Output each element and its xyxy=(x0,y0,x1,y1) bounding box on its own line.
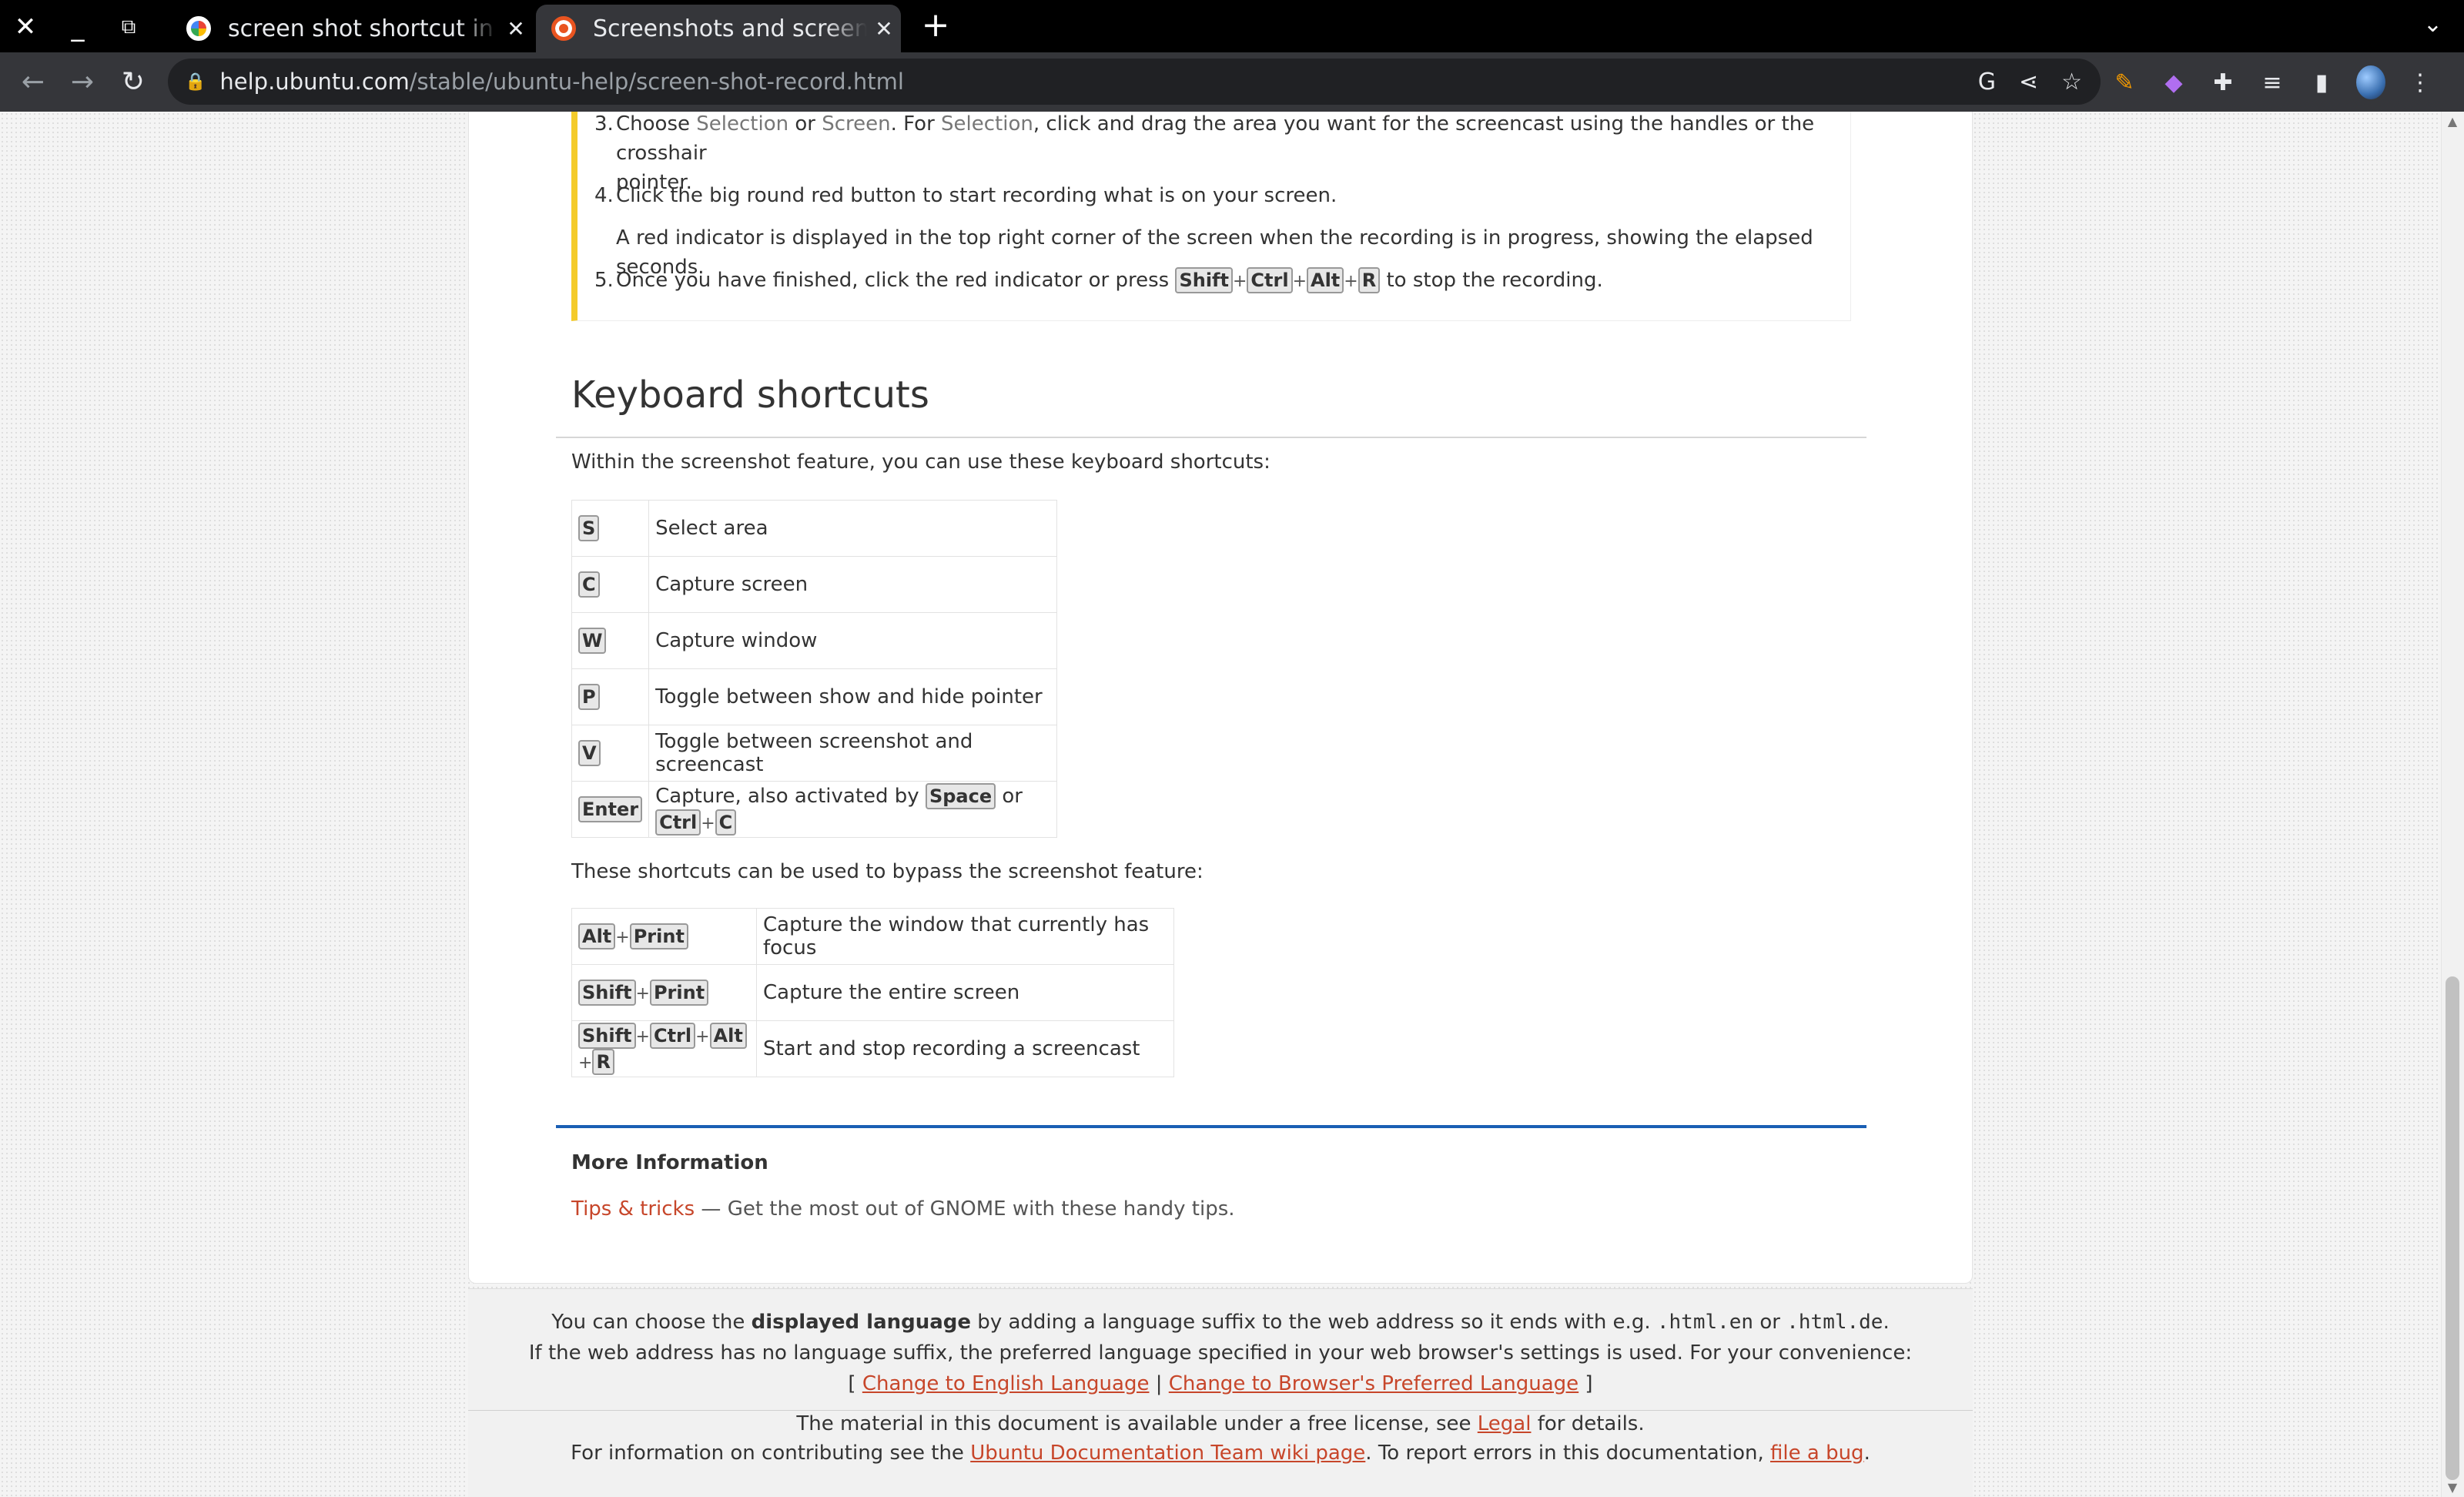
key: V xyxy=(578,740,601,766)
scroll-up-icon[interactable]: ▲ xyxy=(2442,114,2462,129)
key: Alt xyxy=(578,923,616,949)
key: Alt xyxy=(709,1023,747,1049)
forward-icon[interactable]: → xyxy=(63,63,102,102)
docs-team-wiki-link[interactable]: Ubuntu Documentation Team wiki page xyxy=(970,1442,1365,1465)
key: R xyxy=(592,1049,614,1075)
chevron-down-icon[interactable]: ⌄ xyxy=(2423,11,2442,38)
browser-language-link[interactable]: Change to Browser's Preferred Language xyxy=(1169,1372,1578,1395)
more-info-title: More Information xyxy=(571,1151,768,1174)
share-icon[interactable]: ⋖ xyxy=(2019,69,2038,95)
table-row: Shift + Print Capture the entire screen xyxy=(571,964,1174,1021)
key: C xyxy=(715,809,737,836)
tab-google-search[interactable]: screen shot shortcut in ubuntu ✕ xyxy=(171,5,533,52)
intro-text: Within the screenshot feature, you can u… xyxy=(571,450,1270,474)
tab-strip: ✕ _ ⧉ screen shot shortcut in ubuntu ✕ S… xyxy=(0,0,2464,52)
address-bar[interactable]: 🔒 help.ubuntu.com/stable/ubuntu-help/scr… xyxy=(168,59,2101,105)
tips-and-tricks-link[interactable]: Tips & tricks xyxy=(571,1197,695,1221)
key: Ctrl xyxy=(655,809,701,836)
back-icon[interactable]: ← xyxy=(14,63,52,102)
url-path: /stable/ubuntu-help/screen-shot-record.h… xyxy=(409,69,904,95)
step-4: 4. Click the big round red button to star… xyxy=(594,184,1337,207)
key: Print xyxy=(649,980,709,1006)
key: Shift xyxy=(1175,267,1233,293)
table-row: Enter Capture, also activated by Space or… xyxy=(571,781,1058,838)
pen-extension-icon[interactable]: ✎ xyxy=(2110,69,2139,96)
tab-title: screen shot shortcut in ubuntu xyxy=(228,15,499,42)
footer-language-fallback: If the web address has no language suffi… xyxy=(528,1341,1913,1365)
key: W xyxy=(578,628,607,654)
close-tab-icon[interactable]: ✕ xyxy=(867,16,901,42)
shortcut-table-screenshot: S Select area C Capture screen W Capture wi… xyxy=(571,500,1058,838)
gui-term: Screen xyxy=(822,112,891,136)
table-row: Alt + Print Capture the window that current… xyxy=(571,908,1174,965)
key: Space xyxy=(925,783,996,809)
minimize-icon[interactable]: _ xyxy=(59,8,97,46)
table-row: V Toggle between screenshot and screencas… xyxy=(571,725,1058,782)
key: Enter xyxy=(578,796,643,822)
key: Shift xyxy=(578,980,636,1006)
footer-license: The material in this document is availab… xyxy=(796,1412,1645,1435)
key: Shift xyxy=(578,1023,636,1049)
key: Alt xyxy=(1307,267,1344,293)
url-host: help.ubuntu.com xyxy=(219,69,410,95)
key: S xyxy=(578,515,600,541)
extension-purple-icon[interactable]: ◆ xyxy=(2159,69,2188,96)
scrollbar-thumb[interactable] xyxy=(2446,976,2459,1480)
table-row: C Capture screen xyxy=(571,556,1058,613)
key: R xyxy=(1358,267,1381,293)
tab-title: Screenshots and screencasts xyxy=(593,15,867,42)
legal-link[interactable]: Legal xyxy=(1478,1412,1532,1435)
step-5: 5. Once you have finished, click the red … xyxy=(594,267,1603,293)
google-icon xyxy=(186,16,211,41)
file-a-bug-link[interactable]: file a bug xyxy=(1770,1442,1864,1465)
key: C xyxy=(578,571,600,598)
content-card: 3. Choose Selection or Screen. For Selec… xyxy=(468,112,1973,1284)
table-row: S Select area xyxy=(571,500,1058,557)
section-title: Keyboard shortcuts xyxy=(571,373,929,417)
side-panel-icon[interactable]: ▮ xyxy=(2307,69,2336,96)
key: P xyxy=(578,684,600,710)
gui-term: Selection xyxy=(941,112,1033,136)
reload-icon[interactable]: ↻ xyxy=(114,63,152,102)
steps-note: 3. Choose Selection or Screen. For Selec… xyxy=(571,112,1851,321)
bookmark-star-icon[interactable]: ☆ xyxy=(2061,69,2082,95)
tab-screenshots[interactable]: Screenshots and screencasts ✕ xyxy=(536,5,901,52)
more-info-divider xyxy=(556,1125,1866,1128)
shortcut-table-bypass: Alt + Print Capture the window that current… xyxy=(571,908,1174,1077)
english-language-link[interactable]: Change to English Language xyxy=(862,1372,1150,1395)
gui-term: Selection xyxy=(696,112,789,136)
scroll-down-icon[interactable]: ▼ xyxy=(2442,1480,2462,1495)
restore-icon[interactable]: ⧉ xyxy=(109,8,148,46)
browser-toolbar: ← → ↻ 🔒 help.ubuntu.com/stable/ubuntu-he… xyxy=(0,52,2464,112)
ubuntu-icon xyxy=(551,16,576,41)
menu-kebab-icon[interactable]: ⋮ xyxy=(2405,69,2435,96)
bypass-intro-text: These shortcuts can be used to bypass th… xyxy=(571,860,1204,883)
new-tab-icon[interactable]: + xyxy=(916,8,955,46)
footer-contribute: For information on contributing see the … xyxy=(571,1442,1870,1465)
table-row: Shift + Ctrl + Alt+ R Start and stop recording… xyxy=(571,1020,1174,1077)
page-footer: You can choose the displayed language by… xyxy=(468,1288,1973,1497)
footer-divider xyxy=(468,1410,1973,1411)
footer-language-info: You can choose the displayed language by… xyxy=(551,1311,1890,1334)
footer-language-links: [ Change to English Language | Change to… xyxy=(848,1372,1593,1395)
table-row: P Toggle between show and hide pointer xyxy=(571,668,1058,725)
profile-avatar[interactable] xyxy=(2356,65,2385,99)
key: Ctrl xyxy=(649,1023,696,1049)
google-lens-icon[interactable]: G xyxy=(1978,69,1996,95)
close-window-icon[interactable]: ✕ xyxy=(6,8,45,46)
more-info-item: Tips & tricks — Get the most out of GNOM… xyxy=(571,1197,1235,1221)
lock-icon: 🔒 xyxy=(185,72,206,92)
table-row: W Capture window xyxy=(571,612,1058,669)
key: Ctrl xyxy=(1247,267,1293,293)
key: Print xyxy=(629,923,688,949)
divider xyxy=(556,437,1866,438)
media-controls-icon[interactable]: ≡ xyxy=(2258,69,2287,96)
close-tab-icon[interactable]: ✕ xyxy=(499,16,533,42)
extensions-puzzle-icon[interactable]: ✚ xyxy=(2208,69,2238,96)
